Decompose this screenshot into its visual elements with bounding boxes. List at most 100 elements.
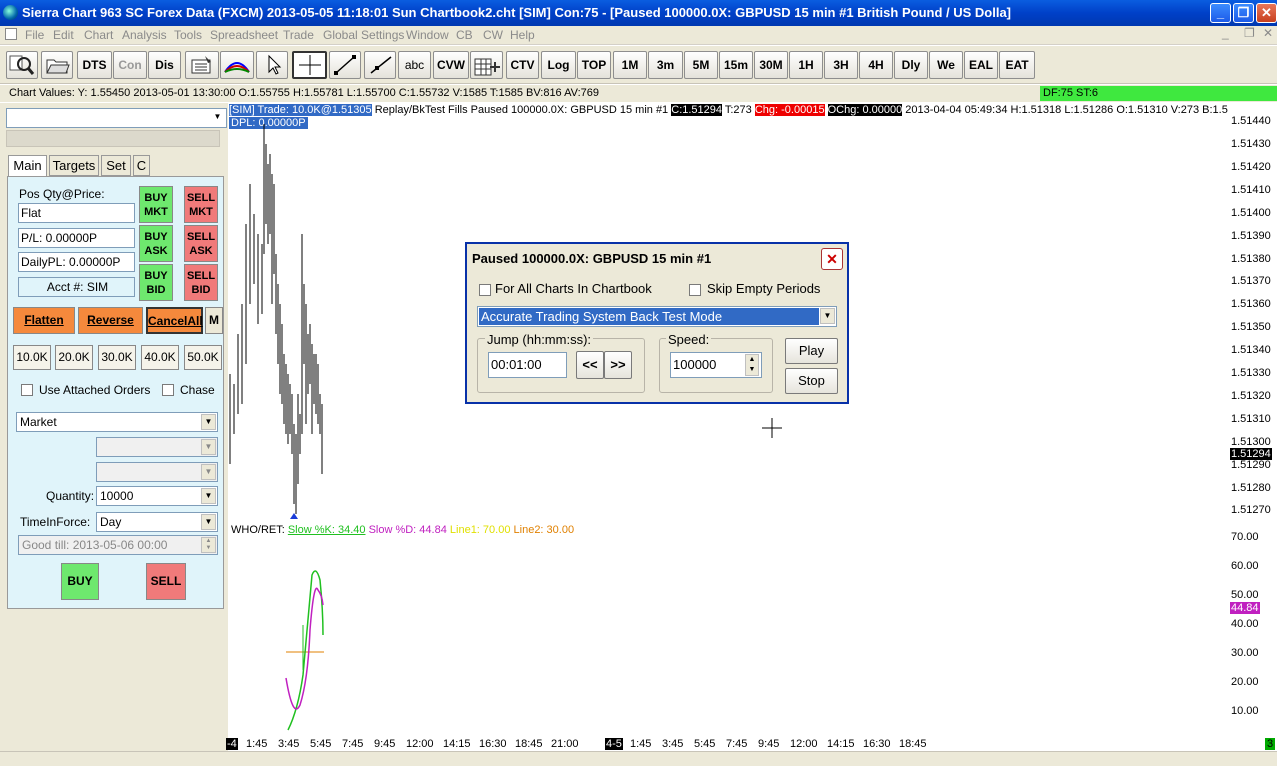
play-button[interactable]: Play — [785, 338, 838, 364]
dis-button[interactable]: Dis — [148, 51, 181, 79]
menu-trade[interactable]: Trade — [283, 28, 314, 42]
crosshair-icon[interactable] — [292, 51, 327, 79]
tab-targets[interactable]: Targets — [49, 155, 99, 176]
date-marker: 4-5 — [605, 738, 623, 750]
qty-10k-button[interactable]: 10.0K — [13, 345, 51, 370]
account-dropdown[interactable]: ▼ — [6, 108, 227, 128]
dts-button[interactable]: DTS — [77, 51, 112, 79]
time-tick: 14:15 — [443, 738, 471, 750]
good-till-value: Good till: 2013-05-06 00:00 — [22, 538, 168, 552]
eal-button[interactable]: EAL — [964, 51, 998, 79]
4h-button[interactable]: 4H — [859, 51, 893, 79]
line2-label: Line2: 30.00 — [513, 524, 575, 536]
menu-chart[interactable]: Chart — [84, 28, 113, 42]
time-tick: 14:15 — [827, 738, 855, 750]
restore-button[interactable]: ❐ — [1233, 3, 1254, 23]
menu-window[interactable]: Window — [406, 28, 449, 42]
top-button[interactable]: TOP — [577, 51, 611, 79]
quantity-select[interactable]: 10000 ▼ — [96, 486, 218, 506]
daily-button[interactable]: Dly — [894, 51, 928, 79]
ctv-button[interactable]: CTV — [506, 51, 539, 79]
status-bar — [0, 751, 1277, 766]
menu-spreadsheet[interactable]: Spreadsheet — [210, 28, 278, 42]
stop-button[interactable]: Stop — [785, 368, 838, 394]
step-back-button[interactable]: << — [576, 351, 604, 379]
tab-main[interactable]: Main — [8, 155, 47, 177]
ray-tool-icon[interactable] — [364, 51, 396, 79]
qty-40k-button[interactable]: 40.0K — [141, 345, 179, 370]
text-tool-button[interactable]: abc — [398, 51, 431, 79]
30m-button[interactable]: 30M — [754, 51, 788, 79]
con-button[interactable]: Con — [113, 51, 147, 79]
speed-spinner-icon[interactable]: ▲ ▼ — [745, 354, 759, 376]
reverse-button[interactable]: Reverse — [78, 307, 143, 334]
trade-dom-icon[interactable] — [470, 51, 503, 79]
1m-button[interactable]: 1M — [613, 51, 647, 79]
buy-button[interactable]: BUY — [61, 563, 99, 600]
slow-k-label: Slow %K: 34.40 — [287, 524, 366, 536]
qty-30k-button[interactable]: 30.0K — [98, 345, 136, 370]
pointer-icon[interactable] — [256, 51, 288, 79]
1h-button[interactable]: 1H — [789, 51, 823, 79]
tif-value: Day — [100, 515, 122, 529]
3h-button[interactable]: 3H — [824, 51, 858, 79]
menu-tools[interactable]: Tools — [174, 28, 202, 42]
symbol-search-icon[interactable] — [6, 51, 38, 79]
close-button[interactable]: ✕ — [1256, 3, 1277, 23]
time-tick: 12:00 — [406, 738, 434, 750]
menu-analysis[interactable]: Analysis — [122, 28, 167, 42]
time-tick: 3:45 — [278, 738, 300, 750]
minimize-button[interactable]: _ — [1210, 3, 1231, 23]
jump-input[interactable]: 00:01:00 — [488, 352, 567, 378]
open-folder-icon[interactable] — [41, 51, 73, 79]
chart-settings-icon[interactable] — [185, 51, 219, 79]
replay-mode-select[interactable]: Accurate Trading System Back Test Mode ▼ — [477, 306, 837, 327]
sell-ask-button[interactable]: SELL ASK — [184, 225, 218, 262]
menu-cw[interactable]: CW — [483, 28, 503, 42]
sell-bid-button[interactable]: SELL BID — [184, 264, 218, 301]
3m-button[interactable]: 3m — [648, 51, 683, 79]
step-forward-button[interactable]: >> — [604, 351, 632, 379]
buy-bid-button[interactable]: BUY BID — [139, 264, 173, 301]
tab-c[interactable]: C — [133, 155, 150, 176]
weekly-button[interactable]: We — [929, 51, 963, 79]
log-button[interactable]: Log — [541, 51, 576, 79]
app-icon[interactable] — [3, 5, 18, 20]
mdi-minimize-icon[interactable]: _ — [1222, 26, 1229, 40]
dialog-close-icon[interactable]: ✕ — [821, 248, 843, 270]
studies-icon[interactable] — [220, 51, 254, 79]
mdi-restore-icon[interactable]: ❐ — [1244, 26, 1255, 40]
m-button[interactable]: M — [205, 307, 223, 334]
time-in-force-select[interactable]: Day ▼ — [96, 512, 218, 532]
menu-global-settings[interactable]: Global Settings — [323, 28, 404, 42]
menu-help[interactable]: Help — [510, 28, 535, 42]
flatten-button[interactable]: Flatten — [13, 307, 75, 334]
chase-checkbox[interactable] — [162, 384, 174, 396]
eat-button[interactable]: EAT — [999, 51, 1035, 79]
cancel-all-button[interactable]: CancelAll — [146, 307, 203, 334]
5m-button[interactable]: 5M — [684, 51, 718, 79]
sell-button[interactable]: SELL — [146, 563, 186, 600]
time-tick: 18:45 — [515, 738, 543, 750]
for-all-charts-checkbox[interactable] — [479, 284, 491, 296]
buy-market-button[interactable]: BUY MKT — [139, 186, 173, 223]
menu-cb[interactable]: CB — [456, 28, 473, 42]
document-icon[interactable] — [5, 28, 17, 40]
sell-market-button[interactable]: SELL MKT — [184, 186, 218, 223]
buy-ask-button[interactable]: BUY ASK — [139, 225, 173, 262]
menu-edit[interactable]: Edit — [53, 28, 74, 42]
mdi-close-icon[interactable]: ✕ — [1263, 26, 1273, 40]
trade-arrow-icon — [290, 513, 298, 519]
15m-button[interactable]: 15m — [719, 51, 753, 79]
good-till-field: Good till: 2013-05-06 00:00 ▲ ▼ — [18, 535, 218, 555]
qty-20k-button[interactable]: 20.0K — [55, 345, 93, 370]
order-type-select[interactable]: Market ▼ — [16, 412, 218, 432]
chevron-down-icon: ▼ — [201, 464, 216, 480]
line-tool-icon[interactable] — [329, 51, 361, 79]
cvw-button[interactable]: CVW — [433, 51, 469, 79]
menu-file[interactable]: File — [25, 28, 44, 42]
qty-50k-button[interactable]: 50.0K — [184, 345, 222, 370]
use-attached-orders-checkbox[interactable] — [21, 384, 33, 396]
skip-empty-periods-checkbox[interactable] — [689, 284, 701, 296]
tab-set[interactable]: Set — [101, 155, 131, 176]
